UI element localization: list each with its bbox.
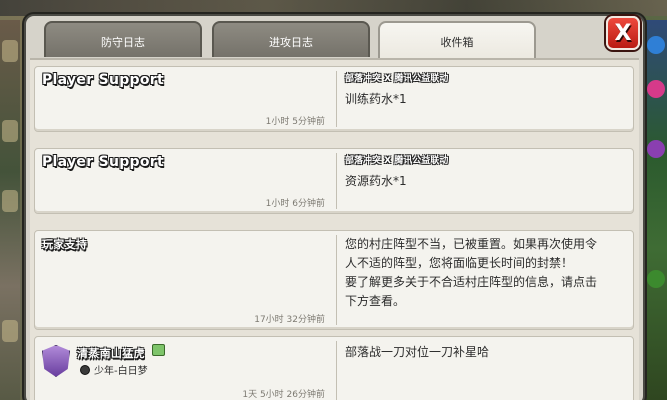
message-sender: Player Support xyxy=(42,154,164,170)
background-left-edge xyxy=(0,20,20,400)
message-time: 17小时 32分钟前 xyxy=(254,315,325,325)
background-item xyxy=(2,320,18,342)
message-item[interactable]: 清蒸南山猛虎 少年-白日梦 1天 5小时 26分钟前 部落战一刀对位一刀补星哈 xyxy=(34,336,634,400)
message-sender: 清蒸南山猛虎 xyxy=(77,347,145,360)
message-text: 资源药水*1 xyxy=(345,174,407,188)
background-orb xyxy=(647,80,665,98)
tab-inbox[interactable]: 收件箱 xyxy=(378,21,536,61)
message-line: 下方查看。 xyxy=(345,294,406,308)
background-orb xyxy=(647,36,665,54)
clan-badge-icon xyxy=(42,345,70,377)
message-divider xyxy=(336,153,337,209)
close-icon: X xyxy=(614,20,632,46)
message-line: 要了解更多关于不合适村庄阵型的信息，请点击 xyxy=(345,275,598,289)
message-item[interactable]: 玩家支持 17小时 32分钟前 您的村庄阵型不当，已被重置。如果再次使用令 人不… xyxy=(34,230,634,330)
close-button[interactable]: X xyxy=(606,16,640,50)
message-line: 人不适的阵型，您将面临更长时间的封禁！ xyxy=(345,256,574,270)
background-orb xyxy=(647,270,665,288)
message-body: 部落战一刀对位一刀补星哈 xyxy=(345,341,625,362)
tab-defense-log[interactable]: 防守日志 xyxy=(44,21,202,57)
shield-icon xyxy=(80,365,90,375)
message-body: 部落冲突 X 腾讯公益联动 资源药水*1 xyxy=(345,153,625,191)
background-item xyxy=(2,120,18,142)
message-sender: Player Support xyxy=(42,72,164,88)
mail-dialog: 防守日志 进攻日志 收件箱 X Player Support 1小时 5分钟前 … xyxy=(24,14,645,400)
message-time: 1小时 6分钟前 xyxy=(265,199,325,209)
message-subject: 部落冲突 X 腾讯公益联动 xyxy=(345,156,449,166)
tab-attack-log[interactable]: 进攻日志 xyxy=(212,21,370,57)
message-divider xyxy=(336,341,337,400)
chat-icon xyxy=(152,344,165,356)
message-divider xyxy=(336,235,337,325)
background-item xyxy=(2,40,18,62)
message-item[interactable]: Player Support 1小时 6分钟前 部落冲突 X 腾讯公益联动 资源… xyxy=(34,148,634,214)
message-item[interactable]: Player Support 1小时 5分钟前 部落冲突 X 腾讯公益联动 训练… xyxy=(34,66,634,132)
background-orb xyxy=(647,140,665,158)
message-text: 部落战一刀对位一刀补星哈 xyxy=(345,345,490,359)
message-line: 您的村庄阵型不当，已被重置。如果再次使用令 xyxy=(345,237,598,251)
background-item xyxy=(2,190,18,212)
message-divider xyxy=(336,71,337,127)
message-body: 部落冲突 X 腾讯公益联动 训练药水*1 xyxy=(345,71,625,109)
message-time: 1天 5小时 26分钟前 xyxy=(242,390,325,400)
message-sender: 玩家支持 xyxy=(42,238,88,251)
message-body: 您的村庄阵型不当，已被重置。如果再次使用令 人不适的阵型，您将面临更长时间的封禁… xyxy=(345,235,625,311)
message-text: 训练药水*1 xyxy=(345,92,407,106)
clan-role: 少年-白日梦 xyxy=(94,366,148,377)
message-time: 1小时 5分钟前 xyxy=(265,117,325,127)
message-subject: 部落冲突 X 腾讯公益联动 xyxy=(345,74,449,84)
message-text: 您的村庄阵型不当，已被重置。如果再次使用令 人不适的阵型，您将面临更长时间的封禁… xyxy=(345,235,625,311)
background-right-edge xyxy=(645,20,667,400)
